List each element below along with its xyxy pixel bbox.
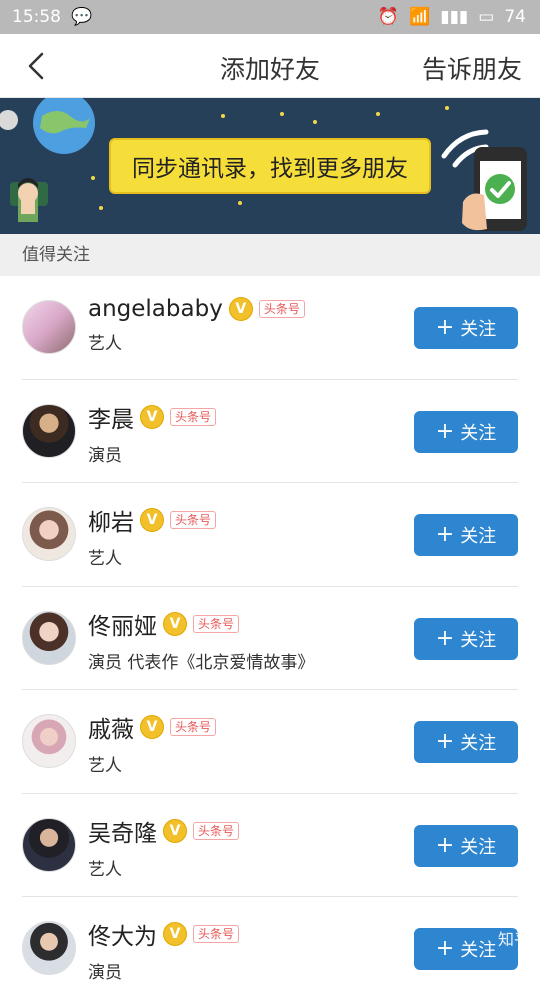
follow-button[interactable]: + 关注 [414, 307, 518, 349]
follow-label: 关注 [460, 626, 496, 652]
headline-tag: 头条号 [259, 300, 305, 318]
status-bar: 15:58 💬 ⏰ 📶 ▮▮▮ ▭ 74 [0, 0, 540, 34]
avatar[interactable] [22, 921, 76, 975]
follow-label: 关注 [460, 522, 496, 548]
user-info: 戚薇 V 头条号 艺人 [88, 710, 400, 776]
user-name: 佟丽娅 [88, 607, 157, 641]
tell-friends-button[interactable]: 告诉朋友 [422, 50, 522, 86]
user-description: 演员 [88, 441, 400, 466]
sync-contacts-banner[interactable]: 同步通讯录，找到更多朋友 [0, 98, 540, 234]
battery-level: 74 [504, 7, 526, 27]
follow-label: 关注 [460, 315, 496, 341]
user-description: 艺人 [88, 329, 400, 354]
status-time: 15:58 [12, 7, 61, 27]
plus-icon: + [436, 835, 454, 857]
list-item[interactable]: 佟大为 V 头条号 演员 + 关注 [22, 897, 518, 1001]
user-description: 艺人 [88, 855, 400, 880]
user-info: 柳岩 V 头条号 艺人 [88, 503, 400, 569]
headline-tag: 头条号 [193, 615, 239, 633]
navigation-bar: 添加好友 告诉朋友 [0, 34, 540, 98]
user-description: 演员 [88, 958, 400, 983]
alarm-icon: ⏰ [378, 7, 399, 27]
list-item[interactable]: 戚薇 V 头条号 艺人 + 关注 [22, 690, 518, 794]
list-item[interactable]: 柳岩 V 头条号 艺人 + 关注 [22, 483, 518, 587]
avatar[interactable] [22, 714, 76, 768]
plus-icon: + [436, 317, 454, 339]
recommendation-list: angelababy V 头条号 艺人 + 关注 李晨 V 头条号 演员 + 关… [0, 276, 540, 1001]
follow-button[interactable]: + 关注 [414, 411, 518, 453]
avatar[interactable] [22, 404, 76, 458]
user-name: 佟大为 [88, 917, 157, 951]
plus-icon: + [436, 421, 454, 443]
user-description: 演员 代表作《北京爱情故事》 [88, 648, 400, 673]
list-item[interactable]: 吴奇隆 V 头条号 艺人 + 关注 [22, 794, 518, 898]
user-info: 李晨 V 头条号 演员 [88, 400, 400, 466]
banner-label: 同步通讯录，找到更多朋友 [109, 138, 431, 194]
avatar[interactable] [22, 300, 76, 354]
watermark: 知乎 [498, 926, 530, 950]
user-name: 李晨 [88, 400, 134, 434]
headline-tag: 头条号 [170, 408, 216, 426]
headline-tag: 头条号 [193, 822, 239, 840]
verified-icon: V [140, 405, 164, 429]
follow-label: 关注 [460, 936, 496, 962]
avatar[interactable] [22, 507, 76, 561]
follow-button[interactable]: + 关注 [414, 618, 518, 660]
signal-icon: ▮▮▮ [440, 7, 468, 27]
user-description: 艺人 [88, 751, 400, 776]
follow-button[interactable]: + 关注 [414, 514, 518, 556]
user-info: 佟大为 V 头条号 演员 [88, 917, 400, 983]
follow-label: 关注 [460, 729, 496, 755]
follow-label: 关注 [460, 419, 496, 445]
chat-icon: 💬 [71, 7, 92, 27]
wifi-icon: 📶 [409, 7, 430, 27]
follow-label: 关注 [460, 833, 496, 859]
follow-button[interactable]: + 关注 [414, 825, 518, 867]
headline-tag: 头条号 [170, 511, 216, 529]
headline-tag: 头条号 [170, 718, 216, 736]
user-info: 吴奇隆 V 头条号 艺人 [88, 814, 400, 880]
list-item[interactable]: angelababy V 头条号 艺人 + 关注 [22, 276, 518, 380]
follow-button[interactable]: + 关注 [414, 721, 518, 763]
verified-icon: V [163, 819, 187, 843]
section-header: 值得关注 [0, 234, 540, 276]
plus-icon: + [436, 524, 454, 546]
headline-tag: 头条号 [193, 925, 239, 943]
plus-icon: + [436, 731, 454, 753]
avatar[interactable] [22, 818, 76, 872]
user-name: 戚薇 [88, 710, 134, 744]
verified-icon: V [163, 922, 187, 946]
verified-icon: V [229, 297, 253, 321]
user-name: angelababy [88, 296, 223, 322]
verified-icon: V [140, 508, 164, 532]
plus-icon: + [436, 938, 454, 960]
plus-icon: + [436, 628, 454, 650]
verified-icon: V [140, 715, 164, 739]
list-item[interactable]: 李晨 V 头条号 演员 + 关注 [22, 380, 518, 484]
user-name: 吴奇隆 [88, 814, 157, 848]
user-info: 佟丽娅 V 头条号 演员 代表作《北京爱情故事》 [88, 607, 400, 673]
user-description: 艺人 [88, 544, 400, 569]
list-item[interactable]: 佟丽娅 V 头条号 演员 代表作《北京爱情故事》 + 关注 [22, 587, 518, 691]
avatar[interactable] [22, 611, 76, 665]
verified-icon: V [163, 612, 187, 636]
user-info: angelababy V 头条号 艺人 [88, 296, 400, 354]
battery-icon: ▭ [478, 7, 494, 27]
user-name: 柳岩 [88, 503, 134, 537]
